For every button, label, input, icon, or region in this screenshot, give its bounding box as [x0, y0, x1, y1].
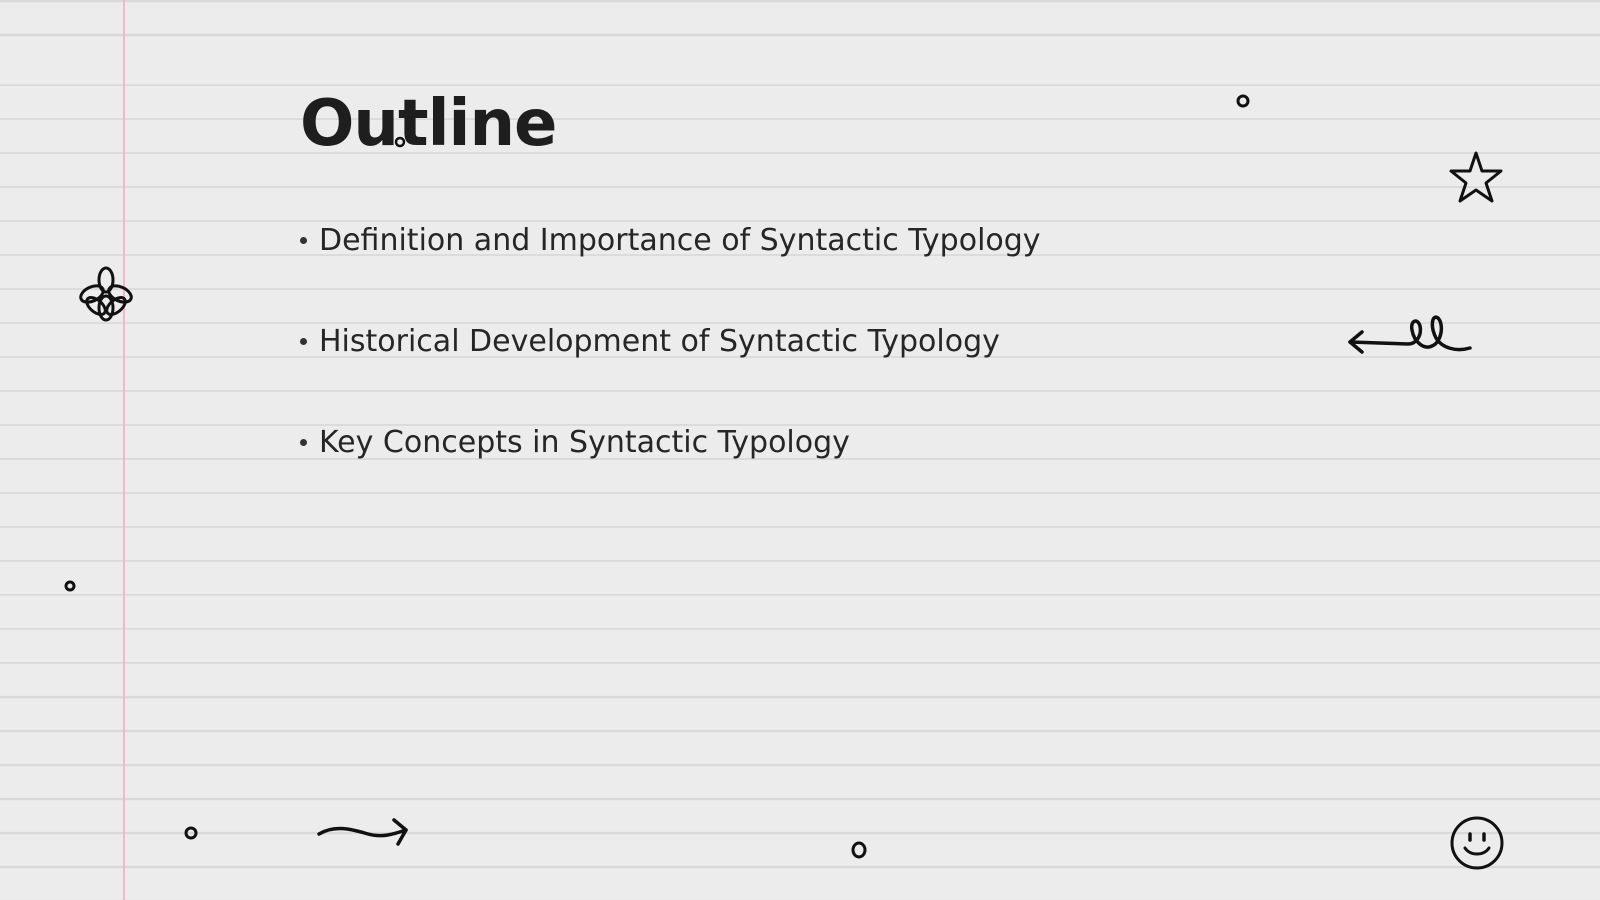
bullet-icon	[300, 337, 307, 345]
circle-icon	[850, 840, 868, 860]
list-item: Historical Development of Syntactic Typo…	[300, 323, 1041, 359]
list-item-text: Key Concepts in Syntactic Typology	[319, 424, 850, 460]
circle-icon	[394, 136, 406, 148]
smiley-icon	[1448, 814, 1506, 872]
bullet-icon	[300, 236, 307, 244]
flower-icon	[78, 266, 134, 322]
list-item-text: Historical Development of Syntactic Typo…	[319, 323, 1000, 359]
squiggle-arrow-left-icon	[1346, 312, 1476, 362]
circle-icon	[1236, 94, 1250, 108]
notebook-margin-line	[123, 0, 125, 900]
circle-icon	[64, 580, 76, 592]
list-item: Definition and Importance of Syntactic T…	[300, 222, 1041, 258]
outline-list: Definition and Importance of Syntactic T…	[300, 222, 1041, 525]
arrow-right-icon	[316, 814, 412, 850]
slide: Outline Definition and Importance of Syn…	[0, 0, 1600, 900]
list-item-text: Definition and Importance of Syntactic T…	[319, 222, 1041, 258]
page-title: Outline	[300, 87, 557, 161]
star-icon	[1446, 150, 1506, 206]
list-item: Key Concepts in Syntactic Typology	[300, 424, 1041, 460]
circle-icon	[184, 826, 198, 840]
bullet-icon	[300, 438, 307, 446]
